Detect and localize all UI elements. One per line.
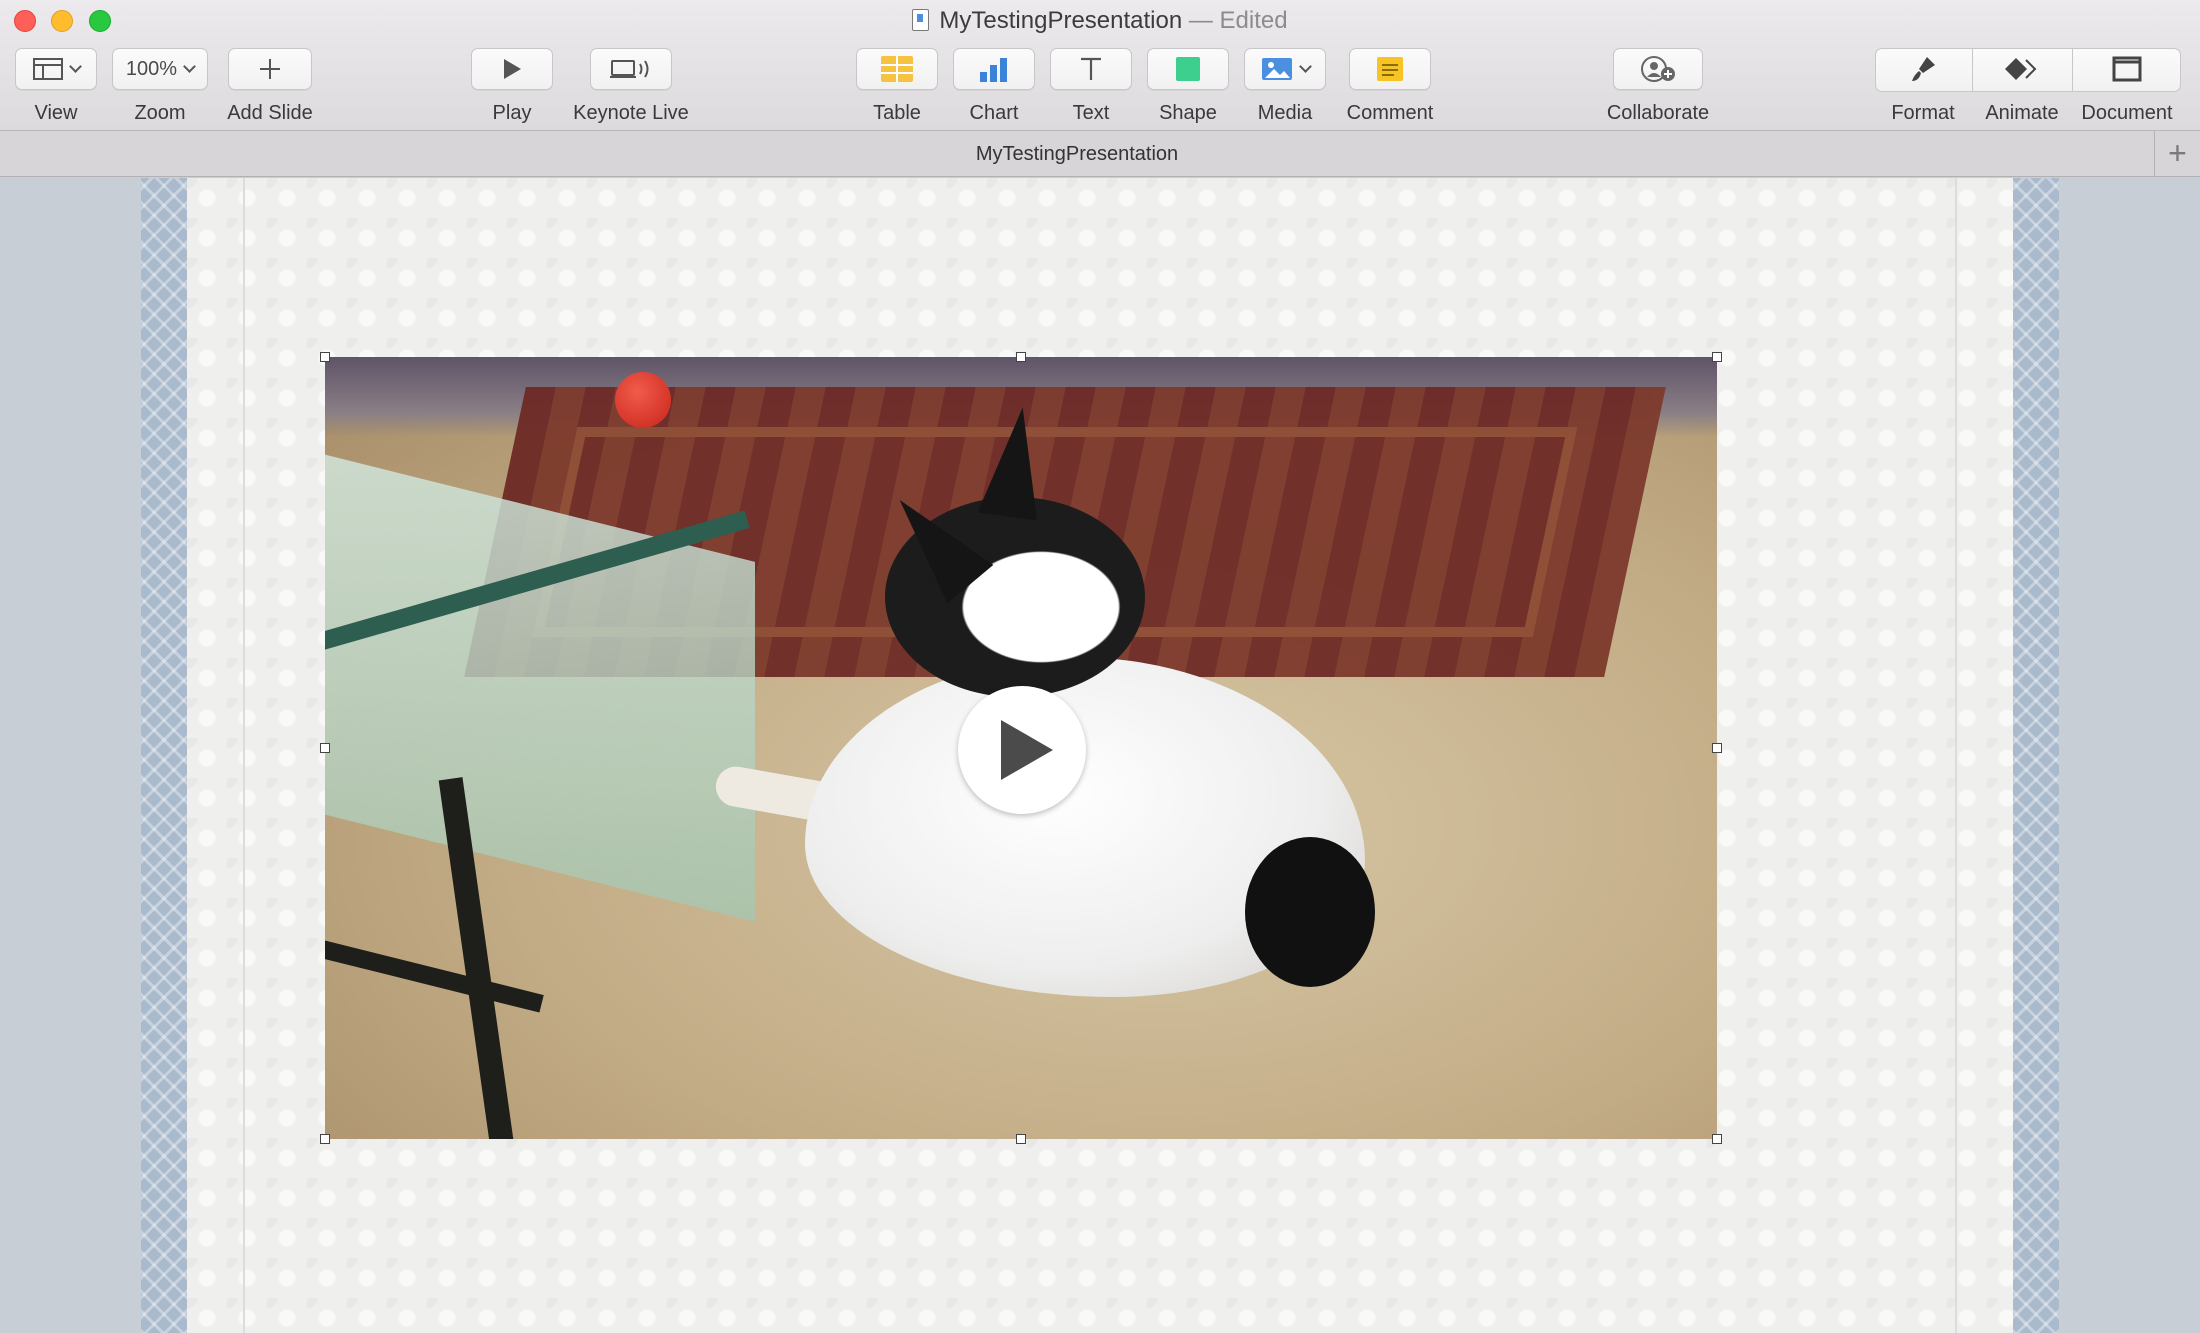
document-tool: Document (2072, 48, 2182, 125)
text-tool: Text (1049, 48, 1133, 125)
text-icon (1081, 57, 1101, 80)
resize-handle-middle-right[interactable] (1712, 743, 1722, 753)
play-label: Play (492, 102, 532, 124)
animate-button[interactable] (1972, 48, 2072, 90)
paintbrush-icon (1912, 57, 1935, 81)
animate-tool: Animate (1972, 48, 2072, 125)
edited-status: — Edited (1188, 7, 1288, 34)
zoom-value: 100% (125, 57, 178, 80)
add-slide-button[interactable] (228, 48, 312, 90)
comment-label: Comment (1346, 102, 1434, 124)
view-tool: View (14, 48, 98, 125)
collaborate-label: Collaborate (1606, 102, 1710, 124)
play-button[interactable] (471, 48, 553, 90)
chevron-down-icon (68, 59, 82, 73)
slide-inner-rule-right (1955, 178, 1957, 1333)
photo-icon (1261, 58, 1292, 80)
play-icon (504, 59, 521, 79)
shape-label: Shape (1159, 102, 1217, 124)
resize-handle-bottom-right[interactable] (1712, 1134, 1722, 1144)
window-title: MyTestingPresentation — Edited (0, 6, 2200, 36)
chevron-down-icon (1298, 59, 1312, 73)
view-button[interactable] (15, 48, 97, 90)
collaborate-tool: Collaborate (1598, 48, 1718, 125)
chart-label: Chart (969, 102, 1019, 124)
media-label: Media (1257, 102, 1313, 124)
resize-handle-bottom-center[interactable] (1016, 1134, 1026, 1144)
comment-button[interactable] (1349, 48, 1431, 90)
document-button[interactable] (2072, 48, 2182, 90)
collaborate-button[interactable] (1613, 48, 1703, 90)
keynote-document-icon (912, 9, 930, 31)
table-icon (881, 56, 913, 82)
add-slide-tool: Add Slide (222, 48, 318, 125)
shape-tool: Shape (1146, 48, 1230, 125)
slide-left-border-pattern (141, 178, 187, 1333)
resize-handle-bottom-left[interactable] (320, 1134, 330, 1144)
document-label: Document (2081, 102, 2173, 124)
comment-note-icon (1377, 57, 1403, 81)
tab-document[interactable]: MyTestingPresentation (0, 131, 2154, 177)
video-frame-red-ball (615, 372, 671, 428)
format-tool: Format (1875, 48, 1971, 125)
keynote-live-tool: Keynote Live (566, 48, 696, 125)
chevron-down-icon (183, 59, 196, 73)
new-tab-button[interactable]: + (2154, 131, 2200, 177)
chart-button[interactable] (953, 48, 1035, 90)
chart-tool: Chart (952, 48, 1036, 125)
sidebar-layout-icon (32, 58, 63, 80)
video-frame-dog-spot (1245, 837, 1375, 987)
diamond-animate-icon (2005, 58, 2037, 80)
play-icon (1001, 720, 1053, 780)
add-person-icon (1641, 56, 1675, 82)
document-name: MyTestingPresentation (939, 7, 1183, 34)
tab-bar: MyTestingPresentation + (0, 131, 2200, 177)
slide-canvas[interactable] (0, 178, 2200, 1333)
bar-chart-icon (980, 58, 1007, 82)
table-label: Table (873, 102, 921, 124)
table-button[interactable] (856, 48, 938, 90)
text-label: Text (1072, 102, 1110, 124)
window-toolbar: MyTestingPresentation — Edited View 100%… (0, 0, 2200, 131)
comment-tool: Comment (1340, 48, 1440, 125)
animate-label: Animate (1985, 102, 2059, 124)
slide-inner-rule-left (243, 178, 245, 1333)
media-tool: Media (1243, 48, 1327, 125)
square-shape-icon (1176, 57, 1200, 81)
table-tool: Table (855, 48, 939, 125)
video-play-button[interactable] (958, 686, 1086, 814)
keynote-live-label: Keynote Live (573, 102, 689, 124)
play-tool: Play (470, 48, 554, 125)
resize-handle-middle-left[interactable] (320, 743, 330, 753)
plus-icon (260, 59, 280, 79)
format-label: Format (1891, 102, 1955, 124)
text-button[interactable] (1050, 48, 1132, 90)
zoom-select[interactable]: 100% (112, 48, 208, 90)
keynote-live-icon (610, 60, 649, 78)
shape-button[interactable] (1147, 48, 1229, 90)
resize-handle-top-right[interactable] (1712, 352, 1722, 362)
zoom-tool: 100% Zoom (110, 48, 210, 125)
zoom-label: Zoom (134, 102, 186, 124)
resize-handle-top-left[interactable] (320, 352, 330, 362)
document-rect-icon (2112, 56, 2142, 82)
media-button[interactable] (1244, 48, 1326, 90)
view-label: View (34, 102, 78, 124)
format-button[interactable] (1875, 48, 1971, 90)
add-slide-label: Add Slide (227, 102, 313, 124)
resize-handle-top-center[interactable] (1016, 352, 1026, 362)
keynote-live-button[interactable] (590, 48, 672, 90)
slide-right-border-pattern (2013, 178, 2059, 1333)
